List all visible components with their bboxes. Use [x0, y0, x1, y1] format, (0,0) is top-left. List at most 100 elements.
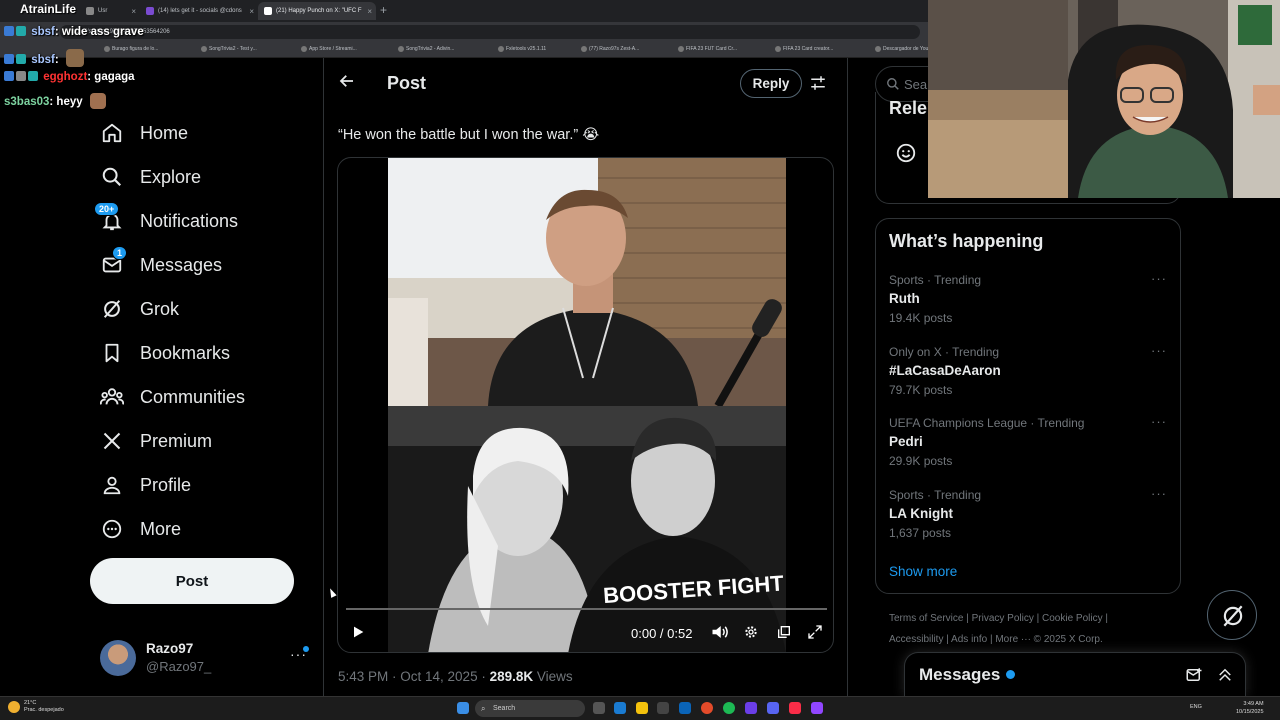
whats-happening-panel: What’s happening Sports · Trending Ruth …	[875, 218, 1181, 594]
new-message-icon[interactable]	[1185, 666, 1203, 689]
chat-text: : gagaga	[87, 71, 135, 83]
trend-item[interactable]: Only on X · Trending #LaCasaDeAaron 79.7…	[889, 343, 1169, 405]
video-seekbar[interactable]	[346, 608, 827, 610]
search-icon: ⌕	[481, 704, 486, 713]
messages-drawer[interactable]: Messages	[904, 652, 1246, 696]
nav-label: Messages	[140, 254, 223, 275]
spotify-icon[interactable]	[723, 702, 735, 714]
chat-text: : heyy	[49, 96, 83, 108]
system-clock[interactable]: 3:49 AM 10/15/2025	[1236, 700, 1264, 716]
bookmark-item[interactable]: Descargador de You...	[875, 46, 932, 52]
chat-message: sbsf:	[4, 49, 84, 67]
nav-label: Notifications	[140, 210, 239, 231]
volume-icon[interactable]	[711, 624, 729, 643]
post-time: 5:43 PM · Oct 14, 2025 ·	[338, 669, 490, 684]
back-arrow-icon[interactable]	[338, 72, 356, 96]
account-name: Razo97	[146, 641, 194, 656]
stream-brand-logo: AtrainLife	[20, 2, 77, 16]
picture-in-picture-icon[interactable]	[776, 624, 792, 643]
discord-icon[interactable]	[767, 702, 779, 714]
twitch-icon[interactable]	[811, 702, 823, 714]
compose-post-button[interactable]: Post	[90, 558, 294, 604]
video-scene-photo	[388, 406, 786, 652]
video-player[interactable]: BOOSTER FIGHT G 0:00 / 0:52	[337, 157, 834, 653]
nav-item-profile[interactable]: Profile	[100, 469, 191, 501]
taskbar-search[interactable]: ⌕ Search	[475, 700, 585, 717]
chat-emote-icon	[89, 93, 106, 109]
smiley-icon[interactable]	[895, 142, 917, 169]
chevron-up-icon[interactable]	[1216, 666, 1234, 689]
trend-count: 1,637 posts	[889, 526, 952, 540]
messages-badge: 1	[112, 246, 128, 260]
browser-tab[interactable]: Usr ×	[80, 2, 140, 20]
edge-icon[interactable]	[614, 702, 626, 714]
language-indicator[interactable]: ENG	[1190, 704, 1202, 710]
close-tab-icon[interactable]: ×	[249, 7, 254, 16]
nav-label: Home	[140, 122, 189, 143]
trend-item[interactable]: UEFA Champions League · Trending Pedri 2…	[889, 414, 1169, 476]
bookmark-item[interactable]: FIFA 23 FUT Card Cr...	[678, 46, 737, 52]
nav-item-notifications[interactable]: 20+ Notifications	[94, 202, 239, 237]
trend-count: 79.7K posts	[889, 383, 953, 397]
nav-item-communities[interactable]: Communities	[100, 381, 245, 413]
play-icon[interactable]	[350, 624, 366, 643]
drawer-title: Messages	[919, 665, 1001, 684]
nav-label: Explore	[140, 166, 202, 187]
clock-date: 10/15/2025	[1236, 709, 1264, 715]
footer-links[interactable]: Terms of Service | Privacy Policy | Cook…	[889, 613, 1108, 624]
chat-badge-icon	[16, 26, 26, 36]
bookmark-item[interactable]: (77) Razo97s Zest-A...	[581, 46, 639, 52]
new-tab-icon[interactable]: +	[380, 3, 387, 17]
trend-name: Pedri	[889, 434, 923, 449]
fullscreen-icon[interactable]	[807, 624, 823, 643]
url-field[interactable]: x.com/i/status/1978245291053564206	[60, 25, 920, 39]
relevant-title: Rele	[889, 98, 928, 118]
more-dots-icon[interactable]: ···	[1151, 271, 1167, 286]
music-icon[interactable]	[789, 702, 801, 714]
nav-item-explore[interactable]: Explore	[100, 161, 201, 193]
more-dots-icon[interactable]: ···	[1151, 343, 1167, 358]
browser-tab-active[interactable]: (21) Happy Punch on X: "UFC F ×	[258, 2, 376, 20]
more-dots-icon[interactable]: ···	[1151, 486, 1167, 501]
show-more-link[interactable]: Show more	[889, 564, 957, 579]
settings-gear-icon[interactable]	[743, 624, 759, 643]
chat-text: :	[54, 54, 59, 66]
bookmark-item[interactable]: SongTrivia2 - Test y...	[201, 46, 257, 52]
obs-icon[interactable]	[745, 702, 757, 714]
nav-item-messages[interactable]: 1 Messages	[100, 246, 223, 281]
nav-label: Profile	[140, 474, 192, 495]
bookmark-item[interactable]: SongTrivia2 - Adivin...	[398, 46, 454, 52]
nav-item-home[interactable]: Home	[100, 117, 188, 149]
grok-button[interactable]	[1207, 590, 1257, 640]
close-tab-icon[interactable]: ×	[367, 7, 372, 16]
account-switcher[interactable]: Razo97 @Razo97_ ···	[100, 640, 312, 680]
trend-item[interactable]: Sports · Trending Ruth 19.4K posts ···	[889, 271, 1169, 333]
store-icon[interactable]	[657, 702, 669, 714]
bookmark-item[interactable]: App Store / Streami...	[301, 46, 357, 52]
trend-item[interactable]: Sports · Trending LA Knight 1,637 posts …	[889, 486, 1169, 548]
bookmark-item[interactable]: FIFA 23 Card creator...	[775, 46, 833, 52]
avatar	[100, 640, 136, 676]
chat-badge-icon	[4, 71, 14, 81]
file-explorer-icon[interactable]	[636, 702, 648, 714]
chat-username: sbsf	[31, 54, 55, 66]
footer-links[interactable]: Accessibility | Ads info | More ··· © 20…	[889, 634, 1103, 645]
nav-item-more[interactable]: More	[100, 513, 181, 545]
bell-icon: 20+	[94, 202, 124, 233]
nav-item-grok[interactable]: Grok	[100, 293, 179, 325]
bookmark-item[interactable]: Burago figura de lo...	[104, 46, 158, 52]
close-tab-icon[interactable]: ×	[131, 7, 136, 16]
mail-icon[interactable]	[679, 702, 691, 714]
browser-tab[interactable]: (14) lets get it - socials @cdons ×	[140, 2, 258, 20]
nav-item-premium[interactable]: Premium	[100, 425, 212, 457]
reply-button[interactable]: Reply	[740, 69, 802, 98]
nav-item-bookmarks[interactable]: Bookmarks	[100, 337, 230, 369]
webcam-feed	[928, 0, 1280, 198]
bookmark-item[interactable]: Fxletools v25.1.11	[498, 46, 546, 52]
task-view-icon[interactable]	[593, 702, 605, 714]
filter-settings-icon[interactable]	[809, 74, 827, 92]
windows-start-icon[interactable]	[457, 702, 469, 714]
weather-widget[interactable]: 21°C Prac. despejado	[8, 700, 64, 714]
more-dots-icon[interactable]: ···	[1151, 414, 1167, 429]
chrome-icon[interactable]	[701, 702, 713, 714]
